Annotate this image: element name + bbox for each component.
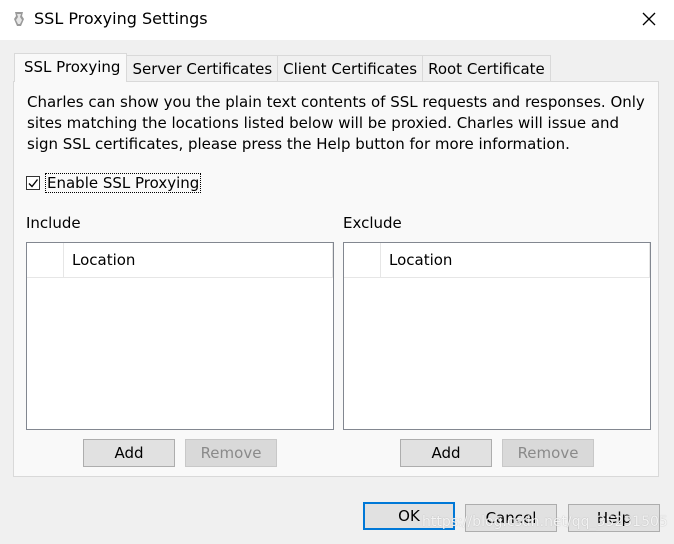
exclude-table-header: Location xyxy=(344,243,650,278)
exclude-location-column-header[interactable]: Location xyxy=(381,243,650,277)
title-bar: SSL Proxying Settings xyxy=(0,0,674,40)
tab-ssl-proxying[interactable]: SSL Proxying xyxy=(14,53,128,82)
include-remove-button[interactable]: Remove xyxy=(185,439,277,467)
window-title: SSL Proxying Settings xyxy=(34,9,208,28)
include-add-button[interactable]: Add xyxy=(83,439,175,467)
include-table-header: Location xyxy=(27,243,333,278)
enable-ssl-proxying-row[interactable]: Enable SSL Proxying xyxy=(26,173,202,193)
tab-strip: SSL Proxying Server Certificates Client … xyxy=(14,53,551,82)
exclude-label: Exclude xyxy=(343,214,402,232)
enable-ssl-proxying-checkbox[interactable] xyxy=(26,176,40,190)
watermark-text: https://blog.csdn.net/qq_35231505 xyxy=(422,514,668,530)
checkmark-icon xyxy=(28,179,39,188)
exclude-table[interactable]: Location xyxy=(343,242,651,430)
enable-ssl-proxying-label[interactable]: Enable SSL Proxying xyxy=(45,173,202,193)
exclude-add-button[interactable]: Add xyxy=(400,439,492,467)
exclude-remove-button[interactable]: Remove xyxy=(502,439,594,467)
tab-root-certificate[interactable]: Root Certificate xyxy=(422,55,551,82)
tab-server-certificates[interactable]: Server Certificates xyxy=(126,55,279,82)
close-button[interactable] xyxy=(634,5,664,33)
include-checkbox-column-header[interactable] xyxy=(27,243,64,277)
description-text: Charles can show you the plain text cont… xyxy=(27,93,645,153)
ssl-proxying-panel: Charles can show you the plain text cont… xyxy=(13,81,659,477)
exclude-checkbox-column-header[interactable] xyxy=(344,243,381,277)
charles-app-icon xyxy=(14,12,24,26)
include-location-column-header[interactable]: Location xyxy=(64,243,333,277)
close-icon xyxy=(642,12,656,26)
include-label: Include xyxy=(26,214,81,232)
include-table[interactable]: Location xyxy=(26,242,334,430)
tab-client-certificates[interactable]: Client Certificates xyxy=(277,55,424,82)
